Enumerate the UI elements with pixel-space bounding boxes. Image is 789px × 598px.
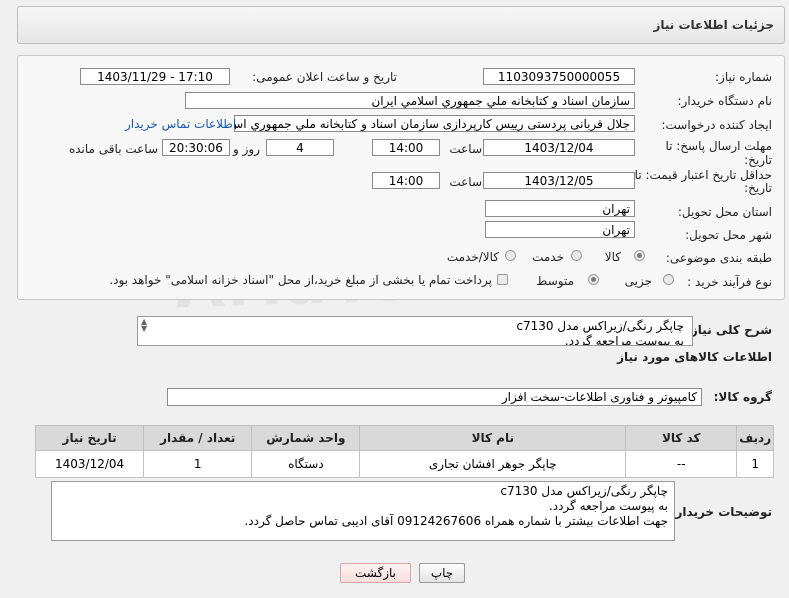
- header-panel: جزئیات اطلاعات نیاز: [17, 6, 785, 44]
- process-radio-minor[interactable]: [663, 274, 674, 285]
- table-row: 1 -- چاپگر جوهر افشان تجاری دستگاه 1 140…: [34, 450, 774, 478]
- need-number-field: 1103093750000055: [483, 68, 635, 85]
- col-header-row-number: ردیف: [736, 425, 774, 451]
- category-radio-goods[interactable]: [634, 250, 645, 261]
- page-title: جزئیات اطلاعات نیاز: [653, 18, 774, 32]
- buyer-notes-line-1: چاپگر رنگی/زیراکس مدل c7130: [500, 484, 668, 498]
- description-line-2: به پیوست مراجعه گردد.: [564, 334, 684, 346]
- need-number-label: شماره نیاز:: [715, 70, 772, 84]
- col-header-code: کد کالا: [625, 425, 738, 451]
- deadline-time-label: ساعت: [449, 142, 482, 156]
- col-header-unit: واحد شمارش: [251, 425, 361, 451]
- buyer-notes-textarea[interactable]: چاپگر رنگی/زیراکس مدل c7130 به پیوست مرا…: [51, 481, 675, 541]
- category-label: طبقه بندی موضوعی:: [665, 251, 772, 265]
- back-button[interactable]: بازگشت: [340, 563, 411, 583]
- announce-label: تاریخ و ساعت اعلان عمومی:: [252, 70, 397, 84]
- col-header-need-date: تاریخ نیاز: [34, 425, 145, 451]
- description-textarea[interactable]: چاپگر رنگی/زیراکس مدل c7130 به پیوست مرا…: [137, 316, 693, 346]
- buyer-org-field: سازمان اسناد و کتابخانه ملي جمهوري اسلام…: [185, 92, 635, 109]
- remaining-time-field: 20:30:06: [162, 139, 230, 156]
- buyer-notes-label: توضیحات خریدار:: [670, 505, 772, 519]
- col-header-name: نام کالا: [359, 425, 627, 451]
- goods-group-field: کامپیوتر و فناوری اطلاعات-سخت افزار: [167, 388, 702, 406]
- category-radio-service[interactable]: [571, 250, 582, 261]
- process-radio-medium[interactable]: [588, 274, 599, 285]
- payment-note: پرداخت تمام یا بخشی از مبلغ خرید،از محل …: [109, 273, 492, 287]
- validity-date-field: 1403/12/05: [483, 172, 635, 189]
- process-option-medium: متوسط: [536, 274, 574, 288]
- process-label: نوع فرآیند خرید :: [687, 275, 772, 289]
- deadline-date-field: 1403/12/04: [483, 139, 635, 156]
- goods-info-title: اطلاعات کالاهای مورد نیاز: [617, 350, 772, 364]
- city-label: شهر محل تحویل:: [685, 228, 772, 242]
- print-button[interactable]: چاپ: [419, 563, 465, 583]
- province-label: استان محل تحویل:: [677, 205, 772, 219]
- deadline-time-field: 14:00: [372, 139, 440, 156]
- process-option-minor: جزیی: [624, 274, 652, 288]
- cell-code: --: [625, 450, 738, 478]
- items-table: ردیف کد کالا نام کالا واحد شمارش تعداد /…: [34, 425, 774, 478]
- city-field: تهران: [485, 221, 635, 238]
- scroll-arrows-icon[interactable]: ▲ ▼: [141, 318, 147, 333]
- description-line-1: چاپگر رنگی/زیراکس مدل c7130: [516, 319, 684, 333]
- cell-need-date: 1403/12/04: [34, 450, 145, 478]
- cell-name: چاپگر جوهر افشان تجاری: [359, 450, 627, 478]
- validity-label: حداقل تاریخ اعتبار قیمت: تا: [634, 168, 772, 182]
- deadline-label: مهلت ارسال پاسخ: تا: [665, 139, 772, 153]
- creator-field: جلال قربانی پردستی رییس کارپردازی سازمان…: [234, 115, 635, 132]
- buyer-notes-line-3: جهت اطلاعات بیشتر با شماره همراه 0912426…: [244, 514, 668, 528]
- category-option-goods: کالا: [604, 250, 621, 264]
- remaining-label: ساعت باقی مانده: [68, 142, 158, 156]
- category-option-goods-service: کالا/خدمت: [446, 250, 499, 264]
- category-radio-goods-service[interactable]: [505, 250, 516, 261]
- table-header-row: ردیف کد کالا نام کالا واحد شمارش تعداد /…: [34, 425, 774, 451]
- creator-label: ایجاد کننده درخواست:: [661, 118, 772, 132]
- cell-unit: دستگاه: [251, 450, 361, 478]
- buyer-notes-line-2: به پیوست مراجعه گردد.: [548, 499, 668, 513]
- cell-quantity: 1: [143, 450, 253, 478]
- goods-group-label: گروه کالا:: [713, 390, 772, 404]
- announce-field: 1403/11/29 - 17:10: [80, 68, 230, 85]
- validity-time-label: ساعت: [449, 175, 482, 189]
- category-option-service: خدمت: [532, 250, 564, 264]
- contact-info-link[interactable]: اطلاعات تماس خریدار: [125, 117, 236, 131]
- description-label: شرح کلی نیاز:: [686, 323, 772, 337]
- deadline-label-2: تاریخ:: [744, 153, 772, 167]
- validity-time-field: 14:00: [372, 172, 440, 189]
- days-field: 4: [266, 139, 334, 156]
- days-label: روز و: [233, 142, 260, 156]
- buyer-org-label: نام دستگاه خریدار:: [677, 94, 773, 108]
- province-field: تهران: [485, 200, 635, 217]
- cell-row-number: 1: [736, 450, 774, 478]
- col-header-quantity: تعداد / مقدار: [143, 425, 253, 451]
- validity-label-2: تاریخ:: [744, 181, 772, 195]
- treasury-checkbox[interactable]: [497, 274, 508, 285]
